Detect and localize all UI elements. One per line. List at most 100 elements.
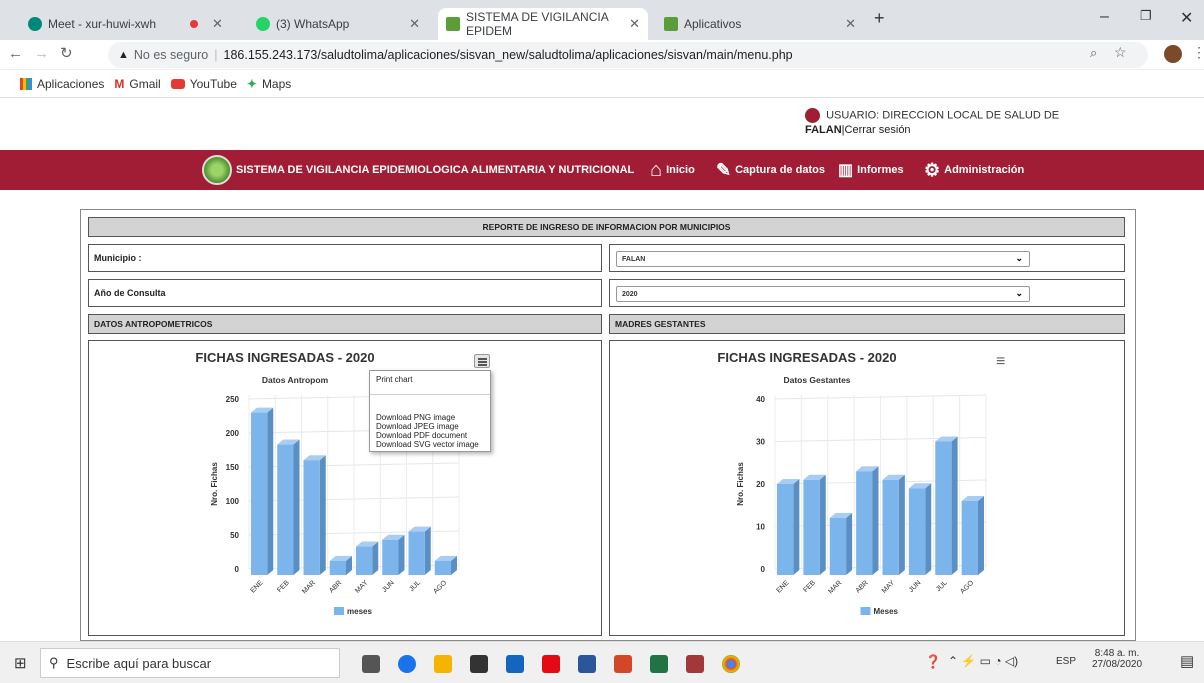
- close-icon[interactable]: ✕: [845, 16, 856, 32]
- y-axis-label: Nro. Fichas: [736, 462, 745, 506]
- minimize-icon[interactable]: –: [1100, 8, 1109, 26]
- powerpoint-icon[interactable]: [614, 655, 632, 673]
- bar-side: [846, 513, 853, 575]
- notifications-icon[interactable]: ▤: [1180, 652, 1194, 670]
- address-bar[interactable]: ▲ No es seguro | 186.155.243.173/saludto…: [108, 42, 1148, 68]
- bookmark-label: Maps: [261, 76, 292, 91]
- user-label: USUARIO: DIRECCION LOCAL DE SALUD DE: [826, 109, 1060, 122]
- bar-side: [319, 455, 326, 575]
- search-icon: ⚲: [49, 655, 59, 670]
- bookmark-label: Aplicaciones: [37, 76, 105, 91]
- nav-label: Administración: [944, 164, 1025, 176]
- close-icon[interactable]: ✕: [212, 16, 223, 32]
- menu-dots-icon[interactable]: ⋮: [1192, 44, 1204, 61]
- zoom-icon[interactable]: ⌕: [1090, 45, 1097, 61]
- bar-side: [424, 526, 431, 575]
- menu-download-jpeg[interactable]: Download JPEG image: [376, 422, 459, 431]
- menu-print-chart[interactable]: Print chart: [376, 375, 412, 384]
- sisvan-icon: [664, 17, 678, 31]
- bookmark-youtube[interactable]: YouTube: [170, 76, 237, 91]
- x-tick-label: MAR: [827, 579, 843, 595]
- close-icon[interactable]: ✕: [629, 16, 640, 32]
- y-tick-label: 150: [226, 463, 240, 472]
- anio-label: Año de Consulta: [88, 279, 602, 307]
- star-icon[interactable]: ☆: [1114, 44, 1127, 61]
- clock-date: 27/08/2020: [1092, 659, 1143, 670]
- select-value: FALAN: [622, 255, 646, 263]
- municipio-select[interactable]: FALAN ⌄: [616, 251, 1030, 267]
- language-indicator[interactable]: ESP: [1056, 656, 1076, 667]
- search-placeholder: Escribe aquí para buscar: [66, 655, 212, 671]
- edge-icon[interactable]: [398, 655, 416, 673]
- edit-icon: ✎: [716, 159, 732, 180]
- chart-antropometricos: FICHAS INGRESADAS - 2020 Datos Antropom …: [88, 340, 602, 636]
- nav-informes[interactable]: ▥ Informes: [838, 150, 904, 190]
- bar-side: [977, 496, 984, 575]
- tab-whatsapp[interactable]: (3) WhatsApp ✕: [248, 8, 428, 40]
- excel-icon[interactable]: [650, 655, 668, 673]
- y-tick-label: 0: [761, 565, 766, 574]
- taskbar-search[interactable]: ⚲ Escribe aquí para buscar: [40, 648, 340, 678]
- bookmark-gmail[interactable]: M Gmail: [114, 77, 160, 91]
- forward-icon[interactable]: →: [34, 45, 49, 62]
- x-tick-label: AGO: [432, 579, 448, 595]
- bar: [250, 412, 268, 575]
- tab-sisvan[interactable]: SISTEMA DE VIGILANCIA EPIDEM ✕: [438, 8, 648, 40]
- record-icon: [190, 20, 198, 28]
- y-tick-label: 40: [756, 395, 765, 404]
- menu-download-png[interactable]: Download PNG image: [376, 413, 455, 422]
- word-icon[interactable]: [578, 655, 596, 673]
- bookmark-maps[interactable]: ✦ Maps: [247, 77, 291, 91]
- nav-inicio[interactable]: ⌂ Inicio: [650, 150, 695, 190]
- bookmark-label: YouTube: [189, 76, 237, 91]
- bookmark-label: Gmail: [129, 76, 161, 91]
- tab-recording[interactable]: ✕: [180, 8, 240, 40]
- close-window-icon[interactable]: ✕: [1180, 8, 1193, 28]
- browser-toolbar: ← → ↻ ▲ No es seguro | 186.155.243.173/s…: [0, 40, 1204, 70]
- x-tick-label: AGO: [959, 579, 975, 595]
- back-icon[interactable]: ←: [8, 45, 23, 62]
- apps-grid-icon: [20, 77, 32, 90]
- nav-brand-title: SISTEMA DE VIGILANCIA EPIDEMIOLOGICA ALI…: [236, 164, 635, 176]
- municipio-label: Municipio :: [88, 244, 602, 272]
- new-tab-button[interactable]: +: [874, 8, 885, 29]
- logout-link[interactable]: |Cerrar sesión: [842, 124, 911, 136]
- anio-select[interactable]: 2020 ⌄: [616, 286, 1030, 302]
- bar-side: [398, 534, 405, 575]
- menu-download-svg[interactable]: Download SVG vector image: [376, 440, 479, 449]
- netflix-icon[interactable]: [542, 655, 560, 673]
- task-view-icon[interactable]: [362, 655, 380, 673]
- nav-admin[interactable]: ⚙ Administración: [924, 150, 1024, 190]
- tab-meet[interactable]: Meet - xur-huwi-xwh: [20, 8, 170, 40]
- file-explorer-icon[interactable]: [434, 655, 452, 673]
- help-icon[interactable]: ❓: [925, 654, 941, 670]
- close-icon[interactable]: ✕: [409, 16, 420, 32]
- bar: [908, 488, 926, 575]
- x-tick-label: ENE: [249, 579, 264, 594]
- chevron-down-icon: ⌄: [1015, 253, 1023, 263]
- tray-icons[interactable]: ⌃ ⚡ ▭ ◔ ◁): [948, 654, 1018, 668]
- y-tick-label: 100: [226, 497, 240, 506]
- restore-icon[interactable]: ❐: [1140, 8, 1152, 24]
- chrome-icon[interactable]: [722, 655, 740, 673]
- clock[interactable]: 8:48 a. m. 27/08/2020: [1092, 648, 1142, 670]
- nav-brand[interactable]: SISTEMA DE VIGILANCIA EPIDEMIOLOGICA ALI…: [202, 150, 634, 190]
- bar-side: [925, 483, 932, 575]
- menu-download-pdf[interactable]: Download PDF document: [376, 431, 467, 440]
- avatar[interactable]: [1164, 45, 1182, 63]
- bookmark-aplicaciones[interactable]: Aplicaciones: [20, 77, 104, 91]
- bar: [961, 501, 978, 575]
- reload-icon[interactable]: ↻: [60, 44, 73, 62]
- access-icon[interactable]: [686, 655, 704, 673]
- nav-captura[interactable]: ✎ Captura de datos: [716, 150, 825, 190]
- bar: [856, 471, 873, 575]
- y-tick-label: 20: [756, 480, 765, 489]
- bar-side: [872, 466, 879, 575]
- municipio-cell: FALAN ⌄: [609, 244, 1125, 272]
- tab-aplicativos[interactable]: Aplicativos ✕: [656, 8, 864, 40]
- windows-start-icon[interactable]: ⊞: [14, 654, 27, 672]
- chart-gestantes: FICHAS INGRESADAS - 2020 Datos Gestantes…: [609, 340, 1125, 636]
- store-icon[interactable]: [470, 655, 488, 673]
- bar-chart-icon: ▥: [838, 162, 854, 179]
- mail-icon[interactable]: [506, 655, 524, 673]
